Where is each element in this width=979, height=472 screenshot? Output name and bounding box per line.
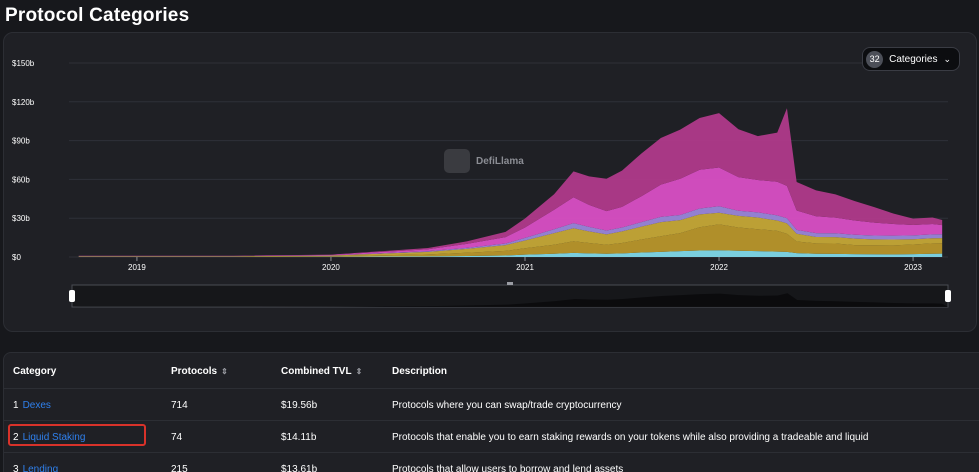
category-link-liquid-staking[interactable]: Liquid Staking [23,432,86,443]
x-tick-label: 2021 [516,263,534,272]
row-protocols: 215 [171,463,188,472]
x-tick-label: 2020 [322,263,340,272]
range-handle-right[interactable] [945,290,951,302]
y-tick-label: $150b [12,59,35,68]
chevron-down-icon: ⌄ [943,53,951,64]
categories-dropdown-button[interactable]: 32 Categories ⌄ [862,47,960,71]
category-link-dexes[interactable]: Dexes [23,400,51,411]
header-category[interactable]: Category [13,355,56,387]
row-rank: 2 [13,431,19,443]
y-tick-label: $120b [12,98,35,107]
y-tick-label: $0 [12,253,21,262]
row-rank: 1 [13,399,19,411]
x-tick-label: 2019 [128,263,146,272]
table-row: 3 Lending 215 $13.61b Protocols that allo… [4,452,979,472]
row-description: Protocols that allow users to borrow and… [392,463,624,472]
sort-icon: ⇕ [355,366,363,376]
tvl-area-chart: $0 $30b $60b $90b $120b $150b 2019 2020 2021 2022… [12,59,951,308]
row-description: Protocols where you can swap/trade crypt… [392,399,622,411]
category-link-lending[interactable]: Lending [23,464,59,472]
x-tick-label: 2022 [710,263,728,272]
watermark-text: DefiLlama [476,156,524,167]
chart-card: $0 $30b $60b $90b $120b $150b 2019 2020 2021 2022… [3,32,977,332]
y-tick-label: $60b [12,175,30,184]
row-rank: 3 [13,463,19,472]
table-header: Category Protocols ⇕ Combined TVL ⇕ Descri… [4,355,979,387]
header-combined-tvl[interactable]: Combined TVL ⇕ [281,355,362,387]
header-description: Description [392,365,448,377]
table-row: 2 Liquid Staking 74 $14.11b Protocols tha… [4,420,979,452]
row-tvl: $14.11b [281,431,317,443]
categories-count-badge: 32 [866,50,884,68]
defillama-logo-icon [444,149,470,173]
row-protocols: 74 [171,431,183,443]
categories-table: Category Protocols ⇕ Combined TVL ⇕ Descri… [3,352,979,472]
row-description: Protocols that enable you to earn stakin… [392,431,869,443]
row-protocols: 714 [171,399,188,411]
categories-dropdown-label: Categories [889,53,938,65]
page-title: Protocol Categories [5,5,190,26]
header-protocols[interactable]: Protocols ⇕ [171,355,228,387]
y-tick-label: $30b [12,214,30,223]
x-tick-label: 2023 [904,263,922,272]
table-row: 1 Dexes 714 $19.56b Protocols where you c… [4,388,979,420]
y-tick-label: $90b [12,137,30,146]
sort-icon: ⇕ [221,366,228,376]
range-drag-grip[interactable] [507,282,513,285]
row-tvl: $13.61b [281,463,318,472]
range-handle-left[interactable] [69,290,75,302]
row-tvl: $19.56b [281,399,318,411]
